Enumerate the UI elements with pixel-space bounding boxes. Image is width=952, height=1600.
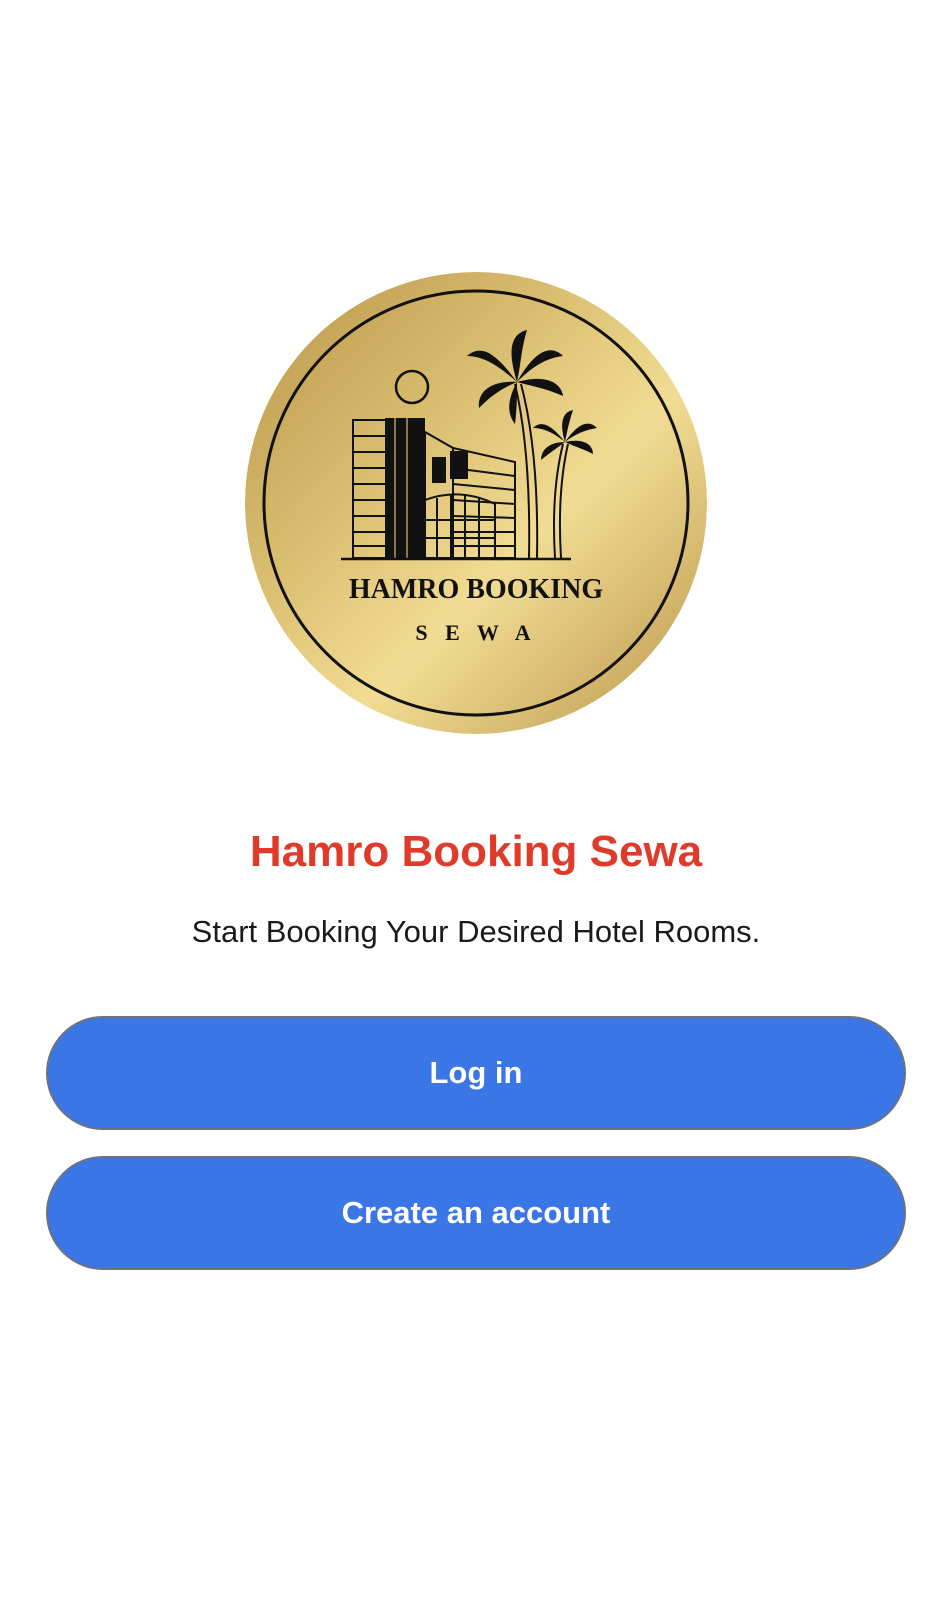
app-logo: HAMRO BOOKING S E W A xyxy=(245,272,707,734)
logo-line2: S E W A xyxy=(415,620,536,645)
hamro-booking-sewa-logo-icon: HAMRO BOOKING S E W A xyxy=(245,272,707,734)
login-button[interactable]: Log in xyxy=(46,1016,906,1130)
welcome-screen: HAMRO BOOKING S E W A Hamro Booking Sewa… xyxy=(0,0,952,1600)
logo-line1: HAMRO BOOKING xyxy=(349,574,604,605)
tagline: Start Booking Your Desired Hotel Rooms. xyxy=(191,914,761,949)
create-account-button[interactable]: Create an account xyxy=(46,1156,906,1270)
app-title: Hamro Booking Sewa xyxy=(249,827,703,876)
